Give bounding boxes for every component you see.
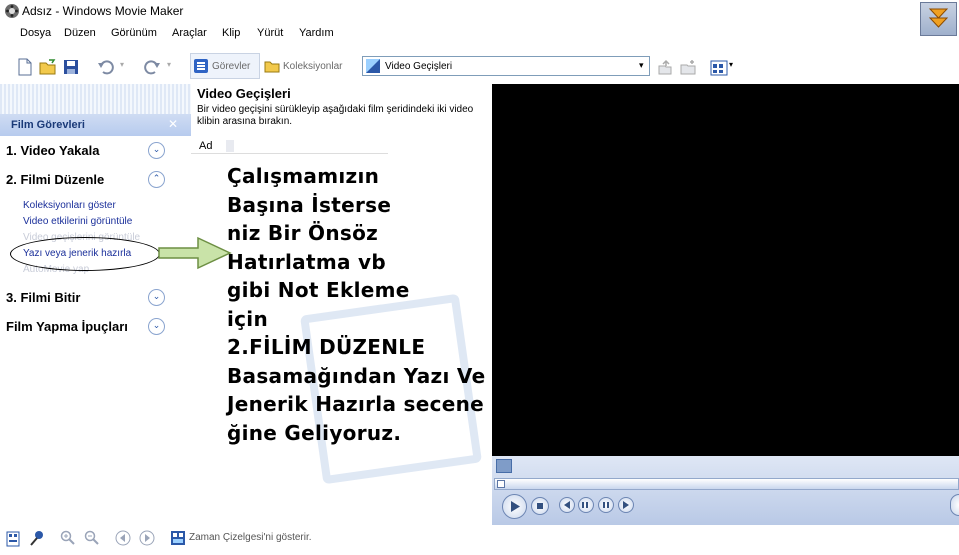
film-tasks-pane: Film Görevleri ✕ 1. Video Yakala ⌄ 2. Fi…	[0, 84, 191, 525]
next-frame-button[interactable]	[618, 497, 634, 513]
movie-maker-app-icon	[5, 4, 19, 18]
fast-forward-icon	[603, 502, 609, 508]
section-finish-movie[interactable]: 3. Filmi Bitir ⌄	[0, 287, 191, 309]
annotation-line: ğine Geliyoruz.	[227, 420, 402, 445]
collections-button[interactable]: Koleksiyonlar	[264, 53, 354, 79]
annotation-line: Jenerik Hazırla secene	[227, 392, 484, 416]
skip-back-icon	[564, 501, 570, 509]
redo-icon[interactable]	[143, 58, 161, 76]
views-icon[interactable]	[710, 59, 728, 77]
annotation-line: gibi Not Ekleme	[227, 278, 410, 302]
chevron-down-icon[interactable]: ⌄	[148, 142, 165, 159]
annotation-line: Çalışmamızın	[227, 164, 380, 188]
tasks-icon	[194, 59, 208, 73]
window-title: Adsız - Windows Movie Maker	[22, 4, 184, 18]
narrate-timeline-icon[interactable]	[29, 530, 45, 547]
stop-icon	[537, 503, 543, 509]
section-tips-label: Film Yapma İpuçları	[6, 319, 128, 334]
highlight-ellipse	[10, 237, 160, 271]
preview-controls-bar	[492, 456, 959, 525]
column-separator[interactable]	[226, 140, 234, 152]
menu-yardim[interactable]: Yardım	[299, 27, 334, 39]
storyboard-icon[interactable]	[6, 531, 20, 547]
annotation-text: Çalışmamızın Başına İsterse niz Bir Önsö…	[227, 162, 527, 447]
annotation-line: Hatırlatma vb	[227, 249, 386, 274]
section-finish-label: 3. Filmi Bitir	[6, 290, 81, 305]
previous-frame-button[interactable]	[559, 497, 575, 513]
title-bar: Adsız - Windows Movie Maker	[0, 0, 959, 22]
section-capture-video[interactable]: 1. Video Yakala ⌄	[0, 140, 191, 162]
menu-klip[interactable]: Klip	[222, 27, 240, 39]
content-pane-description: Bir video geçişini sürükleyip aşağıdaki …	[197, 104, 474, 127]
undo-icon[interactable]	[97, 58, 115, 76]
menu-araclar[interactable]: Araçlar	[172, 27, 207, 39]
show-timeline-icon[interactable]	[170, 530, 186, 546]
close-icon[interactable]: ✕	[168, 117, 178, 131]
menu-gorunum[interactable]: Görünüm	[111, 27, 157, 39]
rewind-button[interactable]	[578, 497, 594, 513]
name-column-header[interactable]: Ad	[191, 138, 388, 154]
fullscreen-button[interactable]	[950, 494, 959, 516]
chevron-up-icon[interactable]: ⌃	[148, 171, 165, 188]
seek-thumb[interactable]	[497, 480, 505, 488]
tasks-button[interactable]: Görevler	[190, 53, 260, 79]
name-column-label: Ad	[199, 140, 213, 152]
annotation-line: Başına İsterse	[227, 192, 392, 217]
fast-forward-button[interactable]	[598, 497, 614, 513]
play-button[interactable]	[502, 494, 527, 519]
status-text: Zaman Çizelgesi'ni gösterir.	[189, 532, 312, 543]
content-pane-title: Video Geçişleri	[197, 86, 291, 101]
preview-monitor	[492, 84, 959, 456]
chevron-down-icon[interactable]: ⌄	[148, 289, 165, 306]
section-capture-label: 1. Video Yakala	[6, 143, 100, 158]
chevron-down-icon: ▾	[639, 60, 644, 70]
menu-yurut[interactable]: Yürüt	[257, 27, 283, 39]
up-one-level-icon[interactable]	[656, 58, 674, 76]
seek-bar[interactable]	[494, 478, 959, 490]
collection-select[interactable]: Video Geçişleri ▾	[362, 56, 650, 76]
pane-decoration-band	[0, 84, 191, 114]
split-clip-icon[interactable]	[496, 459, 512, 473]
menu-dosya[interactable]: Dosya	[20, 27, 51, 39]
save-project-icon[interactable]	[62, 58, 80, 76]
section-edit-movie[interactable]: 2. Filmi Düzenle ⌃	[0, 169, 191, 191]
undo-dropdown-icon[interactable]: ▾	[120, 60, 124, 69]
storyboard-toolbar	[0, 525, 959, 555]
content-pane-header: Video Geçişleri Bir video geçişini sürük…	[191, 84, 490, 138]
annotation-line: niz Bir Önsöz	[227, 221, 379, 245]
annotation-line: Basamağından Yazı Ve	[227, 363, 486, 388]
toolbar: ▾ ▾ Görevler Koleksiyonlar Video Geçişle…	[0, 50, 959, 84]
rewind-icon	[582, 502, 588, 508]
open-project-icon[interactable]	[39, 58, 57, 76]
zoom-out-icon[interactable]	[84, 530, 100, 546]
stop-button[interactable]	[531, 497, 549, 515]
new-collection-folder-icon[interactable]	[679, 58, 697, 76]
collections-label: Koleksiyonlar	[283, 60, 343, 72]
section-edit-label: 2. Filmi Düzenle	[6, 172, 105, 187]
skip-forward-icon	[623, 501, 629, 509]
tasks-label: Görevler	[212, 60, 251, 72]
annotation-line: için	[227, 306, 269, 331]
arrow-right-icon	[158, 236, 232, 270]
views-dropdown-icon[interactable]: ▾	[729, 60, 733, 69]
task-show-collections[interactable]: Koleksiyonları göster	[23, 200, 116, 211]
menu-bar: Dosya Düzen Görünüm Araçlar Klip Yürüt Y…	[0, 27, 959, 45]
redo-dropdown-icon[interactable]: ▾	[167, 60, 171, 69]
task-view-effects[interactable]: Video etkilerini görüntüle	[23, 216, 132, 227]
play-storyboard-icon[interactable]	[139, 530, 155, 546]
rewind-storyboard-icon[interactable]	[115, 530, 131, 546]
folder-icon	[264, 61, 280, 73]
play-icon	[511, 501, 520, 512]
video-transitions-icon	[366, 59, 380, 73]
chevron-down-icon[interactable]: ⌄	[148, 318, 165, 335]
film-tasks-header: Film Görevleri ✕	[0, 114, 191, 136]
menu-duzen[interactable]: Düzen	[64, 27, 96, 39]
new-project-icon[interactable]	[16, 58, 34, 76]
content-pane: Video Geçişleri Bir video geçişini sürük…	[191, 84, 490, 525]
section-movie-tips[interactable]: Film Yapma İpuçları ⌄	[0, 316, 191, 338]
annotation-line: 2.FİLİM DÜZENLE	[227, 335, 426, 359]
film-tasks-title: Film Görevleri	[11, 119, 85, 131]
zoom-in-icon[interactable]	[60, 530, 76, 546]
collection-select-value: Video Geçişleri	[385, 60, 453, 72]
